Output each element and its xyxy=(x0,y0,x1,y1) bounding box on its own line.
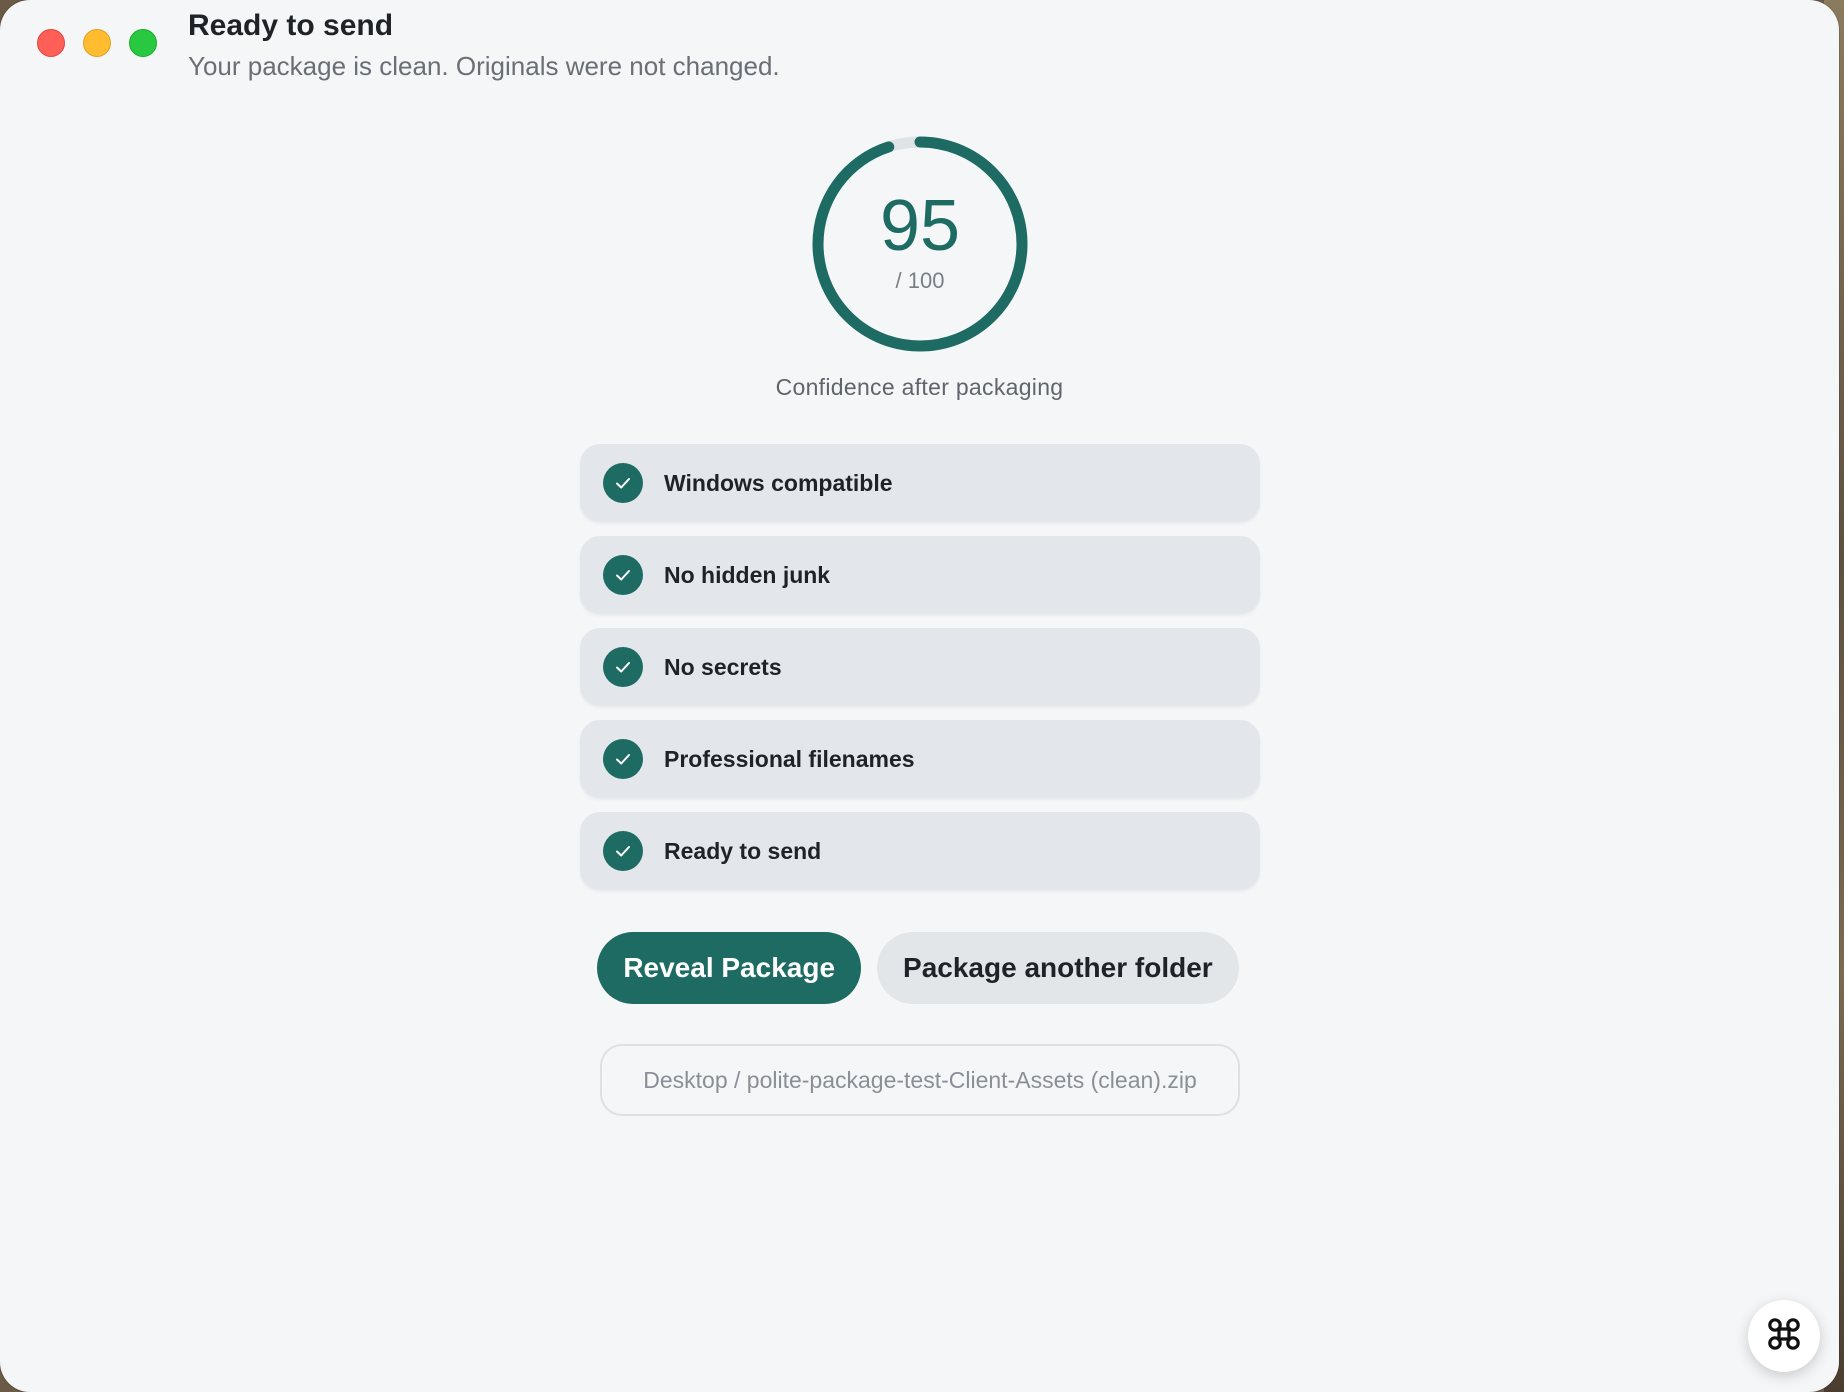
check-label: No hidden junk xyxy=(664,561,831,588)
check-item-ready-to-send: Ready to send xyxy=(580,812,1260,890)
check-label: No secrets xyxy=(664,653,782,680)
output-path-field[interactable]: Desktop / polite-package-test-Client-Ass… xyxy=(600,1044,1240,1116)
header: Ready to send Your package is clean. Ori… xyxy=(188,8,780,84)
check-item-windows-compatible: Windows compatible xyxy=(580,444,1260,522)
score-max: / 100 xyxy=(895,268,945,293)
check-item-no-hidden-junk: No hidden junk xyxy=(580,536,1260,614)
score-caption: Confidence after packaging xyxy=(775,374,1064,400)
window-controls xyxy=(37,29,157,57)
minimize-window-button[interactable] xyxy=(83,29,111,57)
page-title: Ready to send xyxy=(188,9,394,42)
app-window: Ready to send Your package is clean. Ori… xyxy=(0,0,1839,1392)
check-icon xyxy=(603,463,643,503)
floating-action-button[interactable] xyxy=(1748,1300,1820,1372)
action-buttons: Reveal Package Package another folder xyxy=(0,932,1839,1004)
check-label: Ready to send xyxy=(664,837,822,864)
zoom-window-button[interactable] xyxy=(129,29,157,57)
check-icon xyxy=(603,739,643,779)
score-value: 95 xyxy=(879,186,961,266)
check-label: Professional filenames xyxy=(664,745,915,772)
check-icon xyxy=(603,831,643,871)
checks-list: Windows compatible No hidden junk No sec… xyxy=(580,444,1260,904)
page-subtitle: Your package is clean. Originals were no… xyxy=(188,51,780,81)
check-item-no-secrets: No secrets xyxy=(580,628,1260,706)
package-another-folder-button[interactable]: Package another folder xyxy=(877,932,1239,1004)
close-window-button[interactable] xyxy=(37,29,65,57)
check-label: Windows compatible xyxy=(664,469,893,496)
check-icon xyxy=(603,555,643,595)
command-icon xyxy=(1766,1316,1802,1357)
reveal-package-button[interactable]: Reveal Package xyxy=(597,932,862,1004)
check-item-professional-filenames: Professional filenames xyxy=(580,720,1260,798)
confidence-score-ring: 95 / 100 xyxy=(810,134,1030,354)
check-icon xyxy=(603,647,643,687)
